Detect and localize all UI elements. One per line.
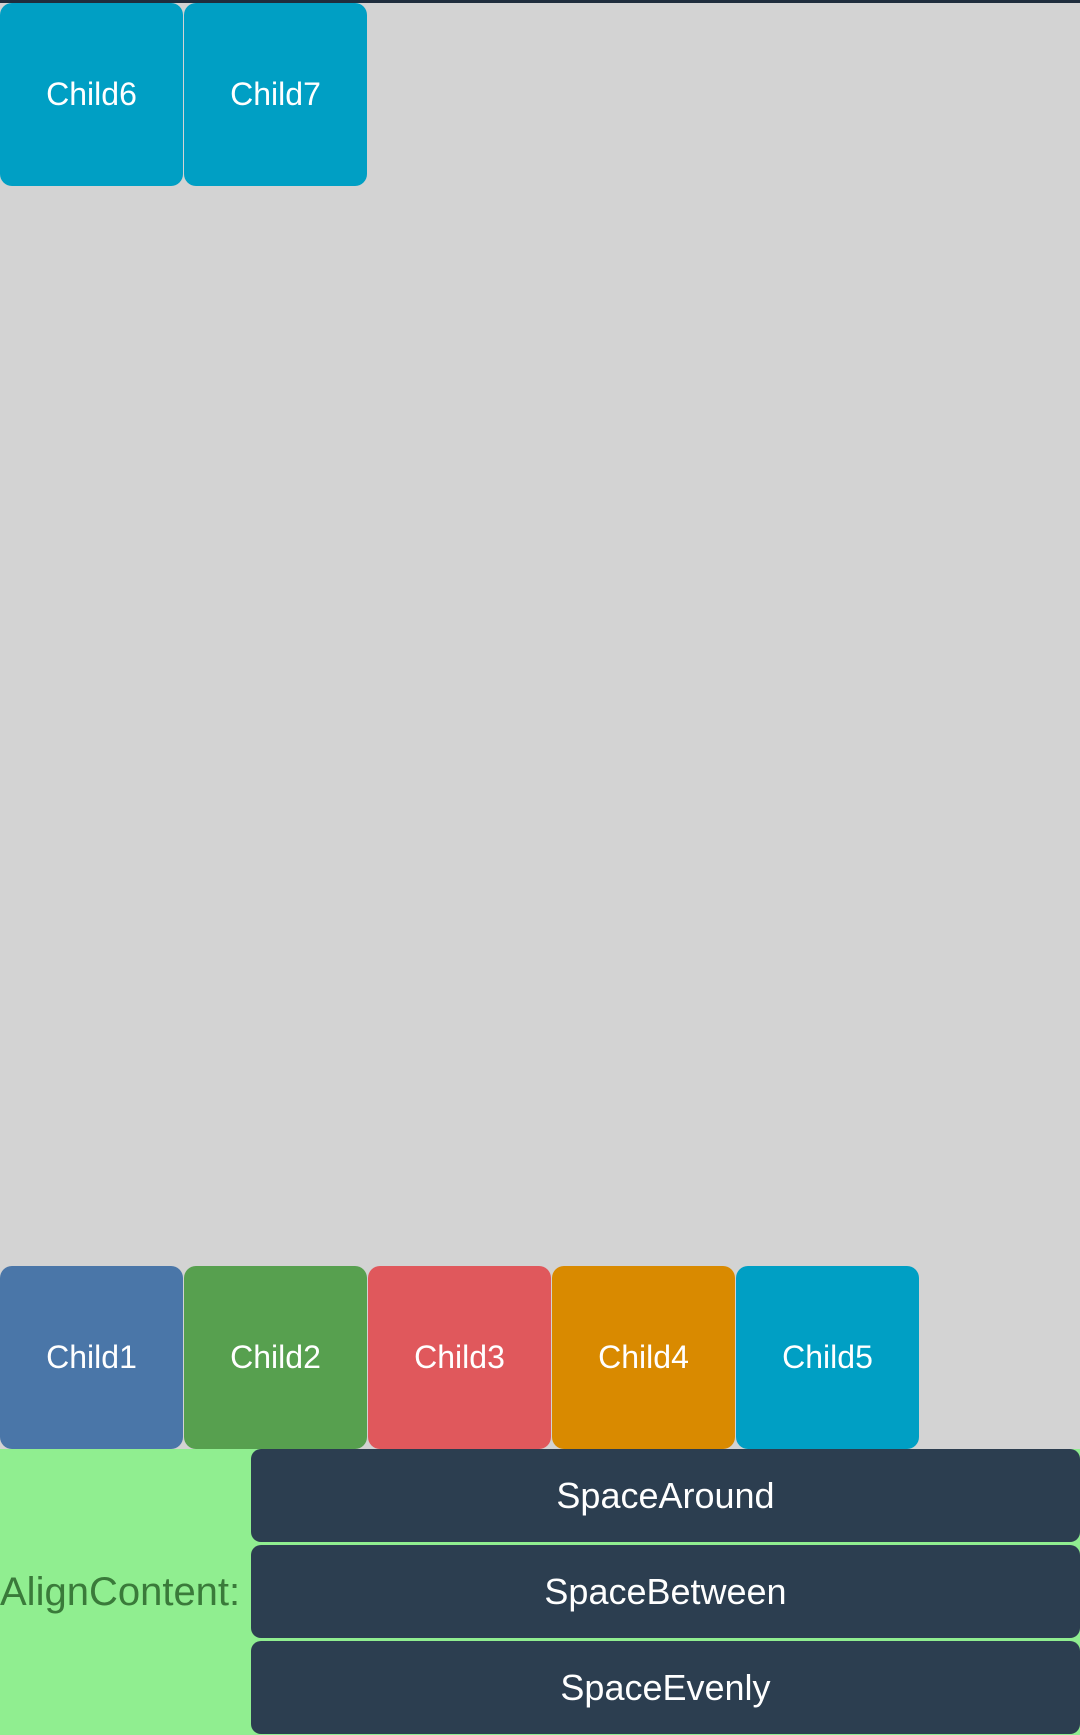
space-around-button[interactable]: SpaceAround xyxy=(251,1449,1080,1542)
child-4: Child4 xyxy=(552,1266,735,1449)
child-3: Child3 xyxy=(368,1266,551,1449)
space-evenly-button[interactable]: SpaceEvenly xyxy=(251,1641,1080,1734)
child-1: Child1 xyxy=(0,1266,183,1449)
child-5: Child5 xyxy=(736,1266,919,1449)
child-2: Child2 xyxy=(184,1266,367,1449)
align-content-controls: AlignContent: SpaceAround SpaceBetween S… xyxy=(0,1449,1080,1735)
flex-line-top: Child6 Child7 xyxy=(0,3,368,186)
space-between-button[interactable]: SpaceBetween xyxy=(251,1545,1080,1638)
align-content-label: AlignContent: xyxy=(0,1569,241,1614)
child-7: Child7 xyxy=(184,3,367,186)
flex-container: Child6 Child7 Child1 Child2 Child3 Child… xyxy=(0,3,1080,1449)
flex-line-bottom: Child1 Child2 Child3 Child4 Child5 xyxy=(0,1266,920,1449)
child-6: Child6 xyxy=(0,3,183,186)
